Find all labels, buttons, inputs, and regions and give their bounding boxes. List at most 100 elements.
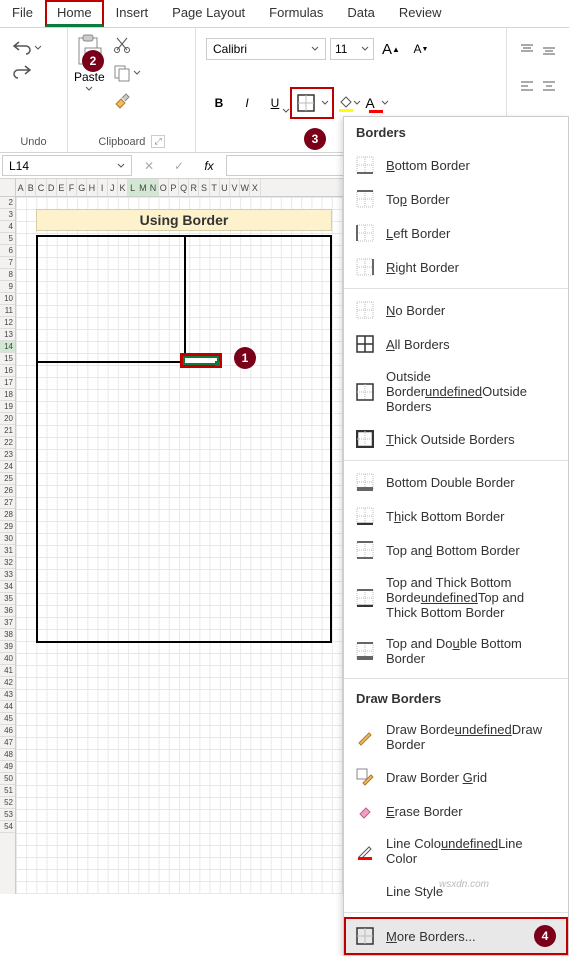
- menu-item-top-border[interactable]: Top Border: [344, 182, 568, 216]
- col-header-R[interactable]: R: [189, 179, 199, 196]
- row-header-44[interactable]: 44: [0, 701, 15, 713]
- row-header-47[interactable]: 47: [0, 737, 15, 749]
- col-header-X[interactable]: X: [250, 179, 260, 196]
- underline-button[interactable]: U: [262, 90, 288, 116]
- row-header-7[interactable]: 7: [0, 257, 15, 269]
- align-top-button[interactable]: [517, 38, 537, 64]
- tab-review[interactable]: Review: [387, 0, 454, 27]
- row-header-26[interactable]: 26: [0, 485, 15, 497]
- borders-dropdown-button[interactable]: [319, 100, 331, 106]
- col-header-E[interactable]: E: [57, 179, 67, 196]
- row-header-16[interactable]: 16: [0, 365, 15, 377]
- row-header-38[interactable]: 38: [0, 629, 15, 641]
- clipboard-launcher-icon[interactable]: ⤢: [151, 135, 164, 148]
- increase-font-button[interactable]: A▲: [378, 36, 404, 62]
- menu-item-left-border[interactable]: Left Border: [344, 216, 568, 250]
- row-header-28[interactable]: 28: [0, 509, 15, 521]
- col-header-S[interactable]: S: [199, 179, 209, 196]
- menu-item-line-color[interactable]: Line ColoundefinedLine Color: [344, 828, 568, 874]
- row-header-37[interactable]: 37: [0, 617, 15, 629]
- col-header-B[interactable]: B: [26, 179, 36, 196]
- col-header-Q[interactable]: Q: [179, 179, 189, 196]
- row-header-3[interactable]: 3: [0, 209, 15, 221]
- row-header-27[interactable]: 27: [0, 497, 15, 509]
- redo-button[interactable]: [10, 62, 57, 82]
- row-header-53[interactable]: 53: [0, 809, 15, 821]
- menu-item-bottom-border[interactable]: Bottom Border: [344, 148, 568, 182]
- tab-formulas[interactable]: Formulas: [257, 0, 335, 27]
- row-header-45[interactable]: 45: [0, 713, 15, 725]
- format-painter-button[interactable]: [111, 90, 143, 112]
- copy-button[interactable]: [111, 62, 143, 84]
- menu-item-more-borders[interactable]: More Borders... 4: [344, 917, 568, 955]
- row-header-23[interactable]: 23: [0, 449, 15, 461]
- align-middle-button[interactable]: [539, 38, 559, 64]
- row-header-18[interactable]: 18: [0, 389, 15, 401]
- row-header-29[interactable]: 29: [0, 521, 15, 533]
- row-header-24[interactable]: 24: [0, 461, 15, 473]
- row-header-20[interactable]: 20: [0, 413, 15, 425]
- menu-item-draw-border[interactable]: Draw BordeundefinedDraw Border: [344, 714, 568, 760]
- align-center-button[interactable]: [539, 74, 559, 100]
- row-header-5[interactable]: 5: [0, 233, 15, 245]
- row-header-14[interactable]: 14: [0, 341, 15, 353]
- tab-data[interactable]: Data: [335, 0, 386, 27]
- row-header-9[interactable]: 9: [0, 281, 15, 293]
- row-header-43[interactable]: 43: [0, 689, 15, 701]
- row-header-21[interactable]: 21: [0, 425, 15, 437]
- menu-item-right-border[interactable]: Right Border: [344, 250, 568, 284]
- menu-item-outside-borders[interactable]: Outside BorderundefinedOutside Borders: [344, 361, 568, 422]
- tab-insert[interactable]: Insert: [104, 0, 161, 27]
- row-header-6[interactable]: 6: [0, 245, 15, 257]
- row-header-17[interactable]: 17: [0, 377, 15, 389]
- fx-icon[interactable]: fx: [194, 153, 224, 178]
- row-header-13[interactable]: 13: [0, 329, 15, 341]
- menu-item-top-and-double-bottom-border[interactable]: Top and Double Bottom Border: [344, 628, 568, 674]
- select-all-corner[interactable]: [0, 179, 16, 196]
- row-header-50[interactable]: 50: [0, 773, 15, 785]
- menu-item-all-borders[interactable]: All Borders: [344, 327, 568, 361]
- font-size-select[interactable]: 11: [330, 38, 374, 60]
- align-left-button[interactable]: [517, 74, 537, 100]
- row-header-42[interactable]: 42: [0, 677, 15, 689]
- tab-page-layout[interactable]: Page Layout: [160, 0, 257, 27]
- row-header-49[interactable]: 49: [0, 761, 15, 773]
- fill-handle[interactable]: [215, 361, 220, 366]
- borders-button[interactable]: [293, 90, 319, 116]
- undo-button[interactable]: [10, 38, 57, 58]
- menu-item-no-border[interactable]: No Border: [344, 293, 568, 327]
- menu-item-thick-bottom-border[interactable]: Thick Bottom Border: [344, 499, 568, 533]
- row-header-2[interactable]: 2: [0, 197, 15, 209]
- col-header-U[interactable]: U: [220, 179, 230, 196]
- col-header-W[interactable]: W: [240, 179, 250, 196]
- name-box[interactable]: L14: [2, 155, 132, 176]
- col-header-O[interactable]: O: [159, 179, 169, 196]
- row-header-8[interactable]: 8: [0, 269, 15, 281]
- decrease-font-button[interactable]: A▼: [408, 36, 434, 62]
- bold-button[interactable]: B: [206, 90, 232, 116]
- font-name-select[interactable]: Calibri: [206, 38, 326, 60]
- paste-dropdown-icon[interactable]: [85, 86, 93, 92]
- fill-color-button[interactable]: [336, 90, 362, 116]
- tab-file[interactable]: File: [0, 0, 45, 27]
- col-header-K[interactable]: K: [118, 179, 128, 196]
- col-header-V[interactable]: V: [230, 179, 240, 196]
- col-header-P[interactable]: P: [169, 179, 179, 196]
- col-header-D[interactable]: D: [47, 179, 57, 196]
- row-header-32[interactable]: 32: [0, 557, 15, 569]
- row-header-52[interactable]: 52: [0, 797, 15, 809]
- menu-item-top-and-thick-bottom-border[interactable]: Top and Thick Bottom BordeundefinedTop a…: [344, 567, 568, 628]
- font-color-button[interactable]: A: [364, 90, 390, 116]
- formula-confirm-icon[interactable]: ✓: [164, 153, 194, 178]
- col-header-J[interactable]: J: [108, 179, 118, 196]
- row-header-15[interactable]: 15: [0, 353, 15, 365]
- col-header-I[interactable]: I: [98, 179, 108, 196]
- col-header-L[interactable]: L: [128, 179, 138, 196]
- italic-button[interactable]: I: [234, 90, 260, 116]
- row-header-35[interactable]: 35: [0, 593, 15, 605]
- row-header-31[interactable]: 31: [0, 545, 15, 557]
- row-header-48[interactable]: 48: [0, 749, 15, 761]
- menu-item-erase-border[interactable]: Erase Border: [344, 794, 568, 828]
- menu-item-bottom-double-border[interactable]: Bottom Double Border: [344, 465, 568, 499]
- row-header-40[interactable]: 40: [0, 653, 15, 665]
